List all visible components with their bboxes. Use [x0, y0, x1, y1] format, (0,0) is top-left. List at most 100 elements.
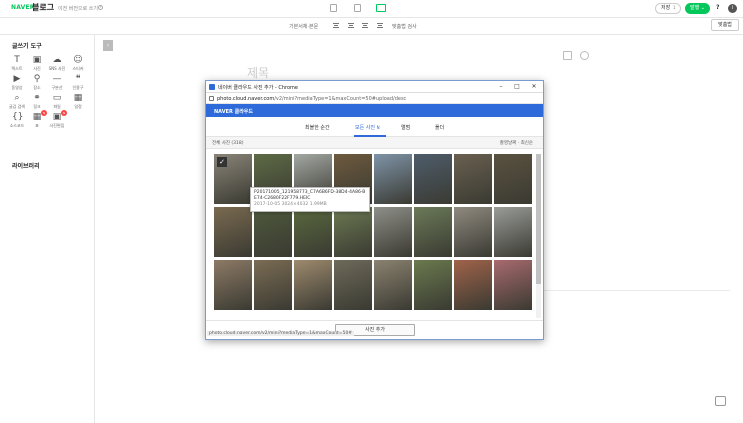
status-url: photo.cloud.naver.com/v2/mini?mediaType=… — [207, 331, 355, 336]
search-icon: ⌕ — [14, 93, 20, 103]
tool-text[interactable]: T 텍스트 — [7, 55, 27, 72]
close-icon[interactable]: ✕ — [528, 82, 540, 92]
photo-thumbnail[interactable] — [494, 207, 532, 257]
photo-thumbnail[interactable] — [334, 260, 372, 310]
spell-check-link[interactable]: 맞춤법 검사 — [392, 23, 417, 30]
help-icon[interactable]: ? — [716, 4, 719, 11]
photo-thumbnail[interactable] — [254, 207, 292, 257]
tablet-view-icon[interactable] — [354, 4, 361, 12]
photo-thumbnail[interactable] — [454, 207, 492, 257]
tool-search[interactable]: ⌕ 글감 검색 — [7, 93, 27, 110]
sticker-icon: ☺ — [73, 55, 83, 65]
place-icon: ⚲ — [33, 74, 41, 84]
align-right-icon[interactable] — [362, 23, 368, 28]
code-icon: {} — [12, 112, 24, 122]
tool-code[interactable]: {} 소스코드 — [7, 112, 27, 129]
photo-thumbnail[interactable] — [214, 260, 252, 310]
photo-thumbnail[interactable] — [294, 260, 332, 310]
link-icon: ⚭ — [33, 93, 41, 103]
library-title: 라이브러리 — [12, 163, 40, 170]
tool-divider[interactable]: — 구분선 — [47, 74, 67, 91]
photo-grid — [214, 154, 532, 318]
tool-label: SNS 사진 — [48, 66, 66, 71]
tool-calendar[interactable]: ▦ 일정 — [68, 93, 88, 110]
tab-all-photos[interactable]: 모든 사진 N — [355, 124, 380, 131]
top-bar: NAVER 블로그 이전 버전으로 쓰기 ? 저장 1 발행 ⌄ ? i — [0, 0, 743, 18]
cover-image-icon[interactable] — [563, 51, 572, 60]
photo-tooltip: P20171005_121958773_C7A6B6FD-38D4-4A86-B… — [250, 187, 370, 212]
align-left-icon[interactable] — [333, 23, 339, 28]
photo-thumbnail[interactable] — [214, 154, 252, 204]
tool-label: 텍스트 — [11, 66, 23, 71]
align-justify-icon[interactable] — [377, 23, 383, 28]
minimize-icon[interactable]: – — [495, 82, 507, 92]
scrollbar[interactable] — [536, 154, 541, 318]
address-bar[interactable]: photo.cloud.naver.com/v2/mini?mediaType=… — [206, 94, 543, 104]
collapse-sidebar-button[interactable]: ‹ — [103, 40, 113, 51]
tab-folders[interactable]: 폴더 — [435, 124, 444, 131]
tool-label: 일정 — [74, 104, 82, 109]
tab-moments[interactable]: 최볼한 순간 — [305, 124, 330, 131]
tool-label: 글감 검색 — [9, 104, 25, 109]
tool-image[interactable]: ▣ 사진 — [27, 55, 47, 72]
tool-quote[interactable]: ❝ 인용구 — [68, 74, 88, 91]
tool-sticker[interactable]: ☺ 스티커 — [68, 55, 88, 72]
mobile-view-icon[interactable] — [330, 4, 337, 12]
tool-label: 구분선 — [51, 85, 63, 90]
photo-thumbnail[interactable] — [414, 260, 452, 310]
photo-thumbnail[interactable] — [414, 207, 452, 257]
tool-label: 사진 — [33, 66, 41, 71]
window-title: 네이버 클라우드 사진 추가 - Chrome — [218, 85, 298, 91]
photo-thumbnail[interactable] — [454, 154, 492, 204]
pc-view-icon[interactable] — [376, 4, 386, 12]
chat-icon[interactable] — [715, 396, 726, 406]
cloud-photo-popup: 네이버 클라우드 사진 추가 - Chrome – □ ✕ photo.clou… — [205, 80, 544, 340]
font-family-select[interactable]: 기본서체·본문 — [289, 23, 318, 30]
window-titlebar[interactable]: 네이버 클라우드 사진 추가 - Chrome – □ ✕ — [206, 81, 543, 93]
quote-icon: ❝ — [75, 74, 81, 84]
save-label: 저장 — [661, 5, 671, 11]
photo-thumbnail[interactable] — [454, 260, 492, 310]
tool-label: 장소 — [33, 85, 41, 90]
tool-table[interactable]: ▦ 표 N — [27, 110, 47, 129]
photo-thumbnail[interactable] — [254, 260, 292, 310]
file-icon: ▭ — [52, 93, 62, 103]
photo-thumbnail[interactable] — [414, 154, 452, 204]
photo-thumbnail[interactable] — [374, 260, 412, 310]
image-icon: ▣ — [32, 55, 42, 65]
tool-link[interactable]: ⚭ 링크 — [27, 93, 47, 110]
scrollbar-thumb[interactable] — [536, 154, 541, 284]
maximize-icon[interactable]: □ — [511, 82, 523, 92]
photo-tabs: 최볼한 순간 모든 사진 N 앨범 폴더 — [206, 117, 543, 137]
title-placeholder[interactable]: 제목 — [247, 64, 269, 81]
tab-albums[interactable]: 앨범 — [401, 124, 410, 131]
tool-file[interactable]: ▭ 파일 — [47, 93, 67, 110]
naver-favicon-icon — [209, 84, 215, 90]
photo-thumbnail[interactable] — [334, 207, 372, 257]
upload-icon[interactable] — [580, 51, 589, 60]
save-button[interactable]: 저장 — [655, 3, 681, 14]
photo-thumbnail[interactable] — [374, 154, 412, 204]
tab-all-photos-label: 모든 사진 — [355, 125, 375, 131]
publish-button[interactable]: 발행 ⌄ — [685, 3, 710, 14]
publish-label: 발행 — [690, 5, 700, 11]
help-circle-icon[interactable]: ? — [98, 5, 103, 10]
sidebar: 글쓰기 도구 T 텍스트 ▣ 사진 ☁ SNS 사진 ☺ 스티커 ▶ 동영상 ⚲ 장소 — 구분선 ❝ 인용구… — [0, 35, 95, 423]
photo-thumbnail[interactable] — [214, 207, 252, 257]
photo-count: 전체 사진 (318) — [212, 141, 244, 146]
tool-video[interactable]: ▶ 동영상 — [7, 74, 27, 91]
tool-photo-edit[interactable]: ▣ 사진편집 N — [47, 110, 67, 129]
align-center-icon[interactable] — [348, 23, 354, 28]
url-text: photo.cloud.naver.com/v2/mini?mediaType=… — [217, 96, 406, 102]
photo-thumbnail[interactable] — [494, 260, 532, 310]
info-icon[interactable]: i — [728, 4, 737, 13]
old-version-link[interactable]: 이전 버전으로 쓰기 — [58, 5, 98, 12]
photo-thumbnail[interactable] — [294, 207, 332, 257]
photo-thumbnail[interactable] — [374, 207, 412, 257]
sort-select[interactable]: 촬영날짜 · 최신순 — [500, 140, 533, 146]
spell-check-button[interactable]: 맞춤법 — [711, 19, 739, 31]
photo-thumbnail[interactable] — [494, 154, 532, 204]
blog-name[interactable]: 블로그 — [32, 2, 54, 13]
tool-place[interactable]: ⚲ 장소 — [27, 74, 47, 91]
tool-cloud[interactable]: ☁ SNS 사진 — [47, 55, 67, 72]
